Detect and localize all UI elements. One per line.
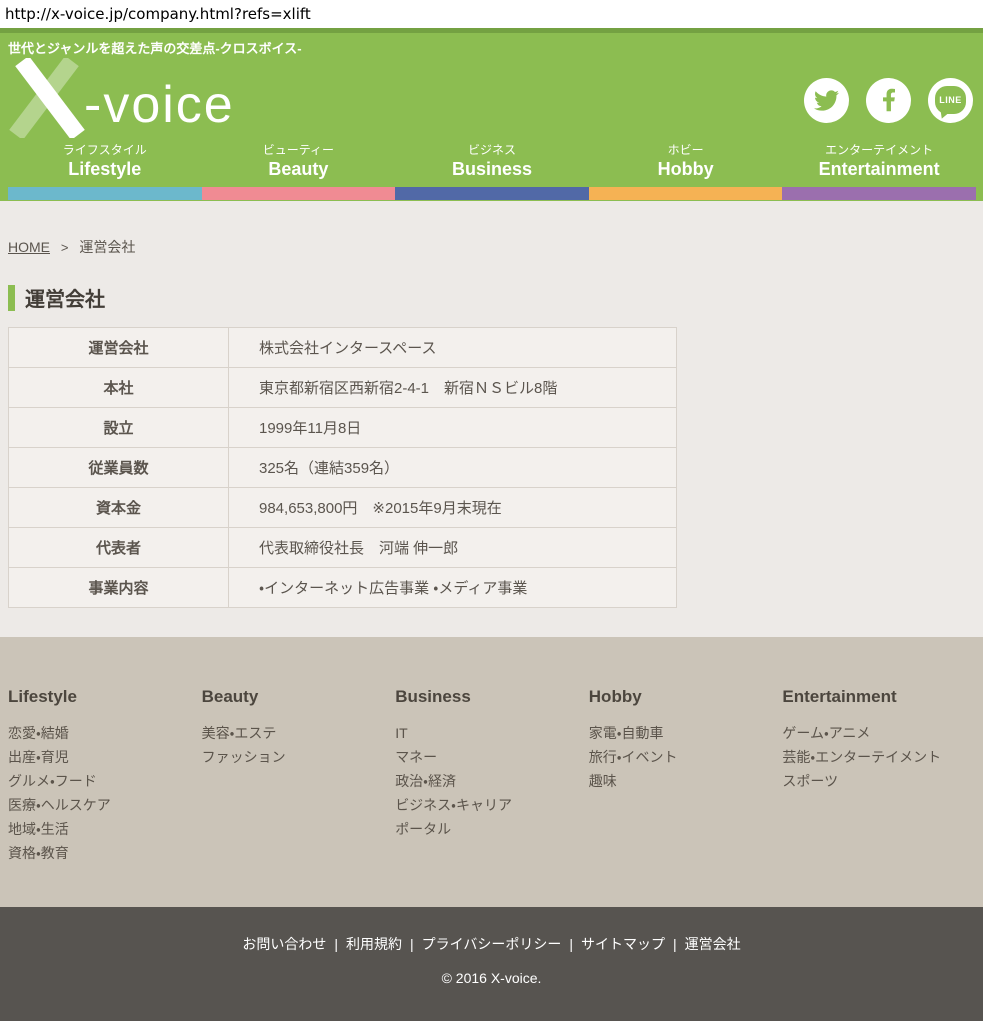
url-bar: http://x-voice.jp/company.html?refs=xlif… [0, 0, 983, 28]
main-nav: ライフスタイル Lifestyle ビューティー Beauty ビジネス Bus… [8, 142, 976, 187]
footer-col-business: Business IT マネー 政治・経済 ビジネス・キャリア ポータル [395, 687, 589, 907]
line-icon: LINE [935, 86, 966, 114]
footer-heading-entertainment: Entertainment [782, 687, 976, 707]
nav-item-beauty[interactable]: ビューティー Beauty [202, 142, 396, 181]
copyright: © 2016 X-voice. [0, 970, 983, 986]
twitter-link[interactable] [804, 78, 849, 123]
facebook-link[interactable] [866, 78, 911, 123]
company-info-table: 運営会社 株式会社インタースペース 本社 東京都新宿区西新宿2-4-1 新宿ＮＳ… [8, 327, 677, 608]
breadcrumb-separator: > [61, 240, 69, 255]
row-value: 1999年11月8日 [229, 408, 677, 448]
footer-link[interactable]: ポータル [395, 817, 589, 841]
row-value: 325名（連結359名） [229, 448, 677, 488]
footer-heading-business: Business [395, 687, 589, 707]
breadcrumb: HOME > 運営会社 [8, 237, 983, 257]
terms-link[interactable]: 利用規約 [346, 936, 402, 952]
footer-link[interactable]: 美容・エステ [202, 721, 396, 745]
row-label: 代表者 [9, 528, 229, 568]
table-row: 資本金 984,653,800円 ※2015年9月末現在 [9, 488, 677, 528]
nav-item-hobby[interactable]: ホビー Hobby [589, 142, 783, 181]
nav-bar-beauty [202, 187, 396, 200]
footer-link[interactable]: 趣味 [589, 769, 783, 793]
footer-link[interactable]: 家電・自動車 [589, 721, 783, 745]
footer-heading-lifestyle: Lifestyle [8, 687, 202, 707]
footer-link[interactable]: 旅行・イベント [589, 745, 783, 769]
row-label: 本社 [9, 368, 229, 408]
nav-bar-entertainment [782, 187, 976, 200]
footer-col-lifestyle: Lifestyle 恋愛・結婚 出産・育児 グルメ・フード 医療・ヘルスケア 地… [8, 687, 202, 907]
row-label: 設立 [9, 408, 229, 448]
footer-link[interactable]: 恋愛・結婚 [8, 721, 202, 745]
footer-link[interactable]: 政治・経済 [395, 769, 589, 793]
footer-link[interactable]: グルメ・フード [8, 769, 202, 793]
nav-color-bars [8, 187, 976, 200]
line-link[interactable]: LINE [928, 78, 973, 123]
site-tagline: 世代とジャンルを超えた声の交差点-クロスボイス- [0, 33, 983, 58]
svg-text:-voice: -voice [84, 76, 235, 134]
nav-item-lifestyle[interactable]: ライフスタイル Lifestyle [8, 142, 202, 181]
row-label: 資本金 [9, 488, 229, 528]
nav-bar-hobby [589, 187, 783, 200]
logo-row: -voice LINE [0, 58, 983, 142]
page-title-text: 運営会社 [25, 283, 105, 312]
footer-link[interactable]: 芸能・エンターテイメント [782, 745, 976, 769]
table-row: 設立 1999年11月8日 [9, 408, 677, 448]
breadcrumb-current: 運営会社 [79, 239, 135, 255]
footer-link[interactable]: 医療・ヘルスケア [8, 793, 202, 817]
footer-link[interactable]: マネー [395, 745, 589, 769]
site-header: 世代とジャンルを超えた声の交差点-クロスボイス- -voice [0, 28, 983, 201]
twitter-icon [814, 88, 839, 113]
footer-col-hobby: Hobby 家電・自動車 旅行・イベント 趣味 [589, 687, 783, 907]
x-voice-logo-graphic: -voice [8, 58, 248, 138]
footer-col-beauty: Beauty 美容・エステ ファッション [202, 687, 396, 907]
footer-nav: Lifestyle 恋愛・結婚 出産・育児 グルメ・フード 医療・ヘルスケア 地… [0, 637, 983, 907]
table-row: 代表者 代表取締役社長 河端 伸一郎 [9, 528, 677, 568]
row-value: ・インターネット広告事業 ・メディア事業 [229, 568, 677, 608]
footer-link[interactable]: 出産・育児 [8, 745, 202, 769]
privacy-policy-link[interactable]: プライバシーポリシー [422, 936, 562, 952]
row-value: 東京都新宿区西新宿2-4-1 新宿ＮＳビル8階 [229, 368, 677, 408]
page-url: http://x-voice.jp/company.html?refs=xlif… [5, 5, 311, 23]
bottom-footer: お問い合わせ|利用規約|プライバシーポリシー|サイトマップ|運営会社 © 201… [0, 907, 983, 1021]
table-row: 事業内容 ・インターネット広告事業 ・メディア事業 [9, 568, 677, 608]
social-links: LINE [804, 78, 973, 123]
company-link[interactable]: 運営会社 [685, 936, 741, 952]
footer-heading-beauty: Beauty [202, 687, 396, 707]
page: http://x-voice.jp/company.html?refs=xlif… [0, 0, 983, 1021]
row-value: 代表取締役社長 河端 伸一郎 [229, 528, 677, 568]
table-row: 運営会社 株式会社インタースペース [9, 328, 677, 368]
footer-link[interactable]: 資格・教育 [8, 841, 202, 865]
row-label: 従業員数 [9, 448, 229, 488]
footer-link[interactable]: 地域・生活 [8, 817, 202, 841]
footer-link[interactable]: ゲーム・アニメ [782, 721, 976, 745]
site-logo[interactable]: -voice [8, 58, 248, 143]
footer-link[interactable]: ファッション [202, 745, 396, 769]
nav-bar-business [395, 187, 589, 200]
footer-col-entertainment: Entertainment ゲーム・アニメ 芸能・エンターテイメント スポーツ [782, 687, 976, 907]
title-accent-bar [8, 285, 15, 311]
nav-item-business[interactable]: ビジネス Business [395, 142, 589, 181]
nav-item-entertainment[interactable]: エンターテイメント Entertainment [782, 142, 976, 181]
footer-heading-hobby: Hobby [589, 687, 783, 707]
footer-link[interactable]: スポーツ [782, 769, 976, 793]
row-label: 事業内容 [9, 568, 229, 608]
facebook-icon [882, 87, 896, 113]
footer-link[interactable]: IT [395, 721, 589, 745]
row-label: 運営会社 [9, 328, 229, 368]
table-row: 本社 東京都新宿区西新宿2-4-1 新宿ＮＳビル8階 [9, 368, 677, 408]
contact-link[interactable]: お問い合わせ [242, 936, 326, 952]
nav-bar-lifestyle [8, 187, 202, 200]
sitemap-link[interactable]: サイトマップ [581, 936, 665, 952]
main-content: HOME > 運営会社 運営会社 運営会社 株式会社インタースペース 本社 東京… [0, 201, 983, 637]
breadcrumb-home-link[interactable]: HOME [8, 239, 50, 255]
row-value: 株式会社インタースペース [229, 328, 677, 368]
footer-link[interactable]: ビジネス・キャリア [395, 793, 589, 817]
bottom-footer-links: お問い合わせ|利用規約|プライバシーポリシー|サイトマップ|運営会社 [0, 934, 983, 954]
table-row: 従業員数 325名（連結359名） [9, 448, 677, 488]
row-value: 984,653,800円 ※2015年9月末現在 [229, 488, 677, 528]
page-title: 運営会社 [8, 283, 983, 312]
